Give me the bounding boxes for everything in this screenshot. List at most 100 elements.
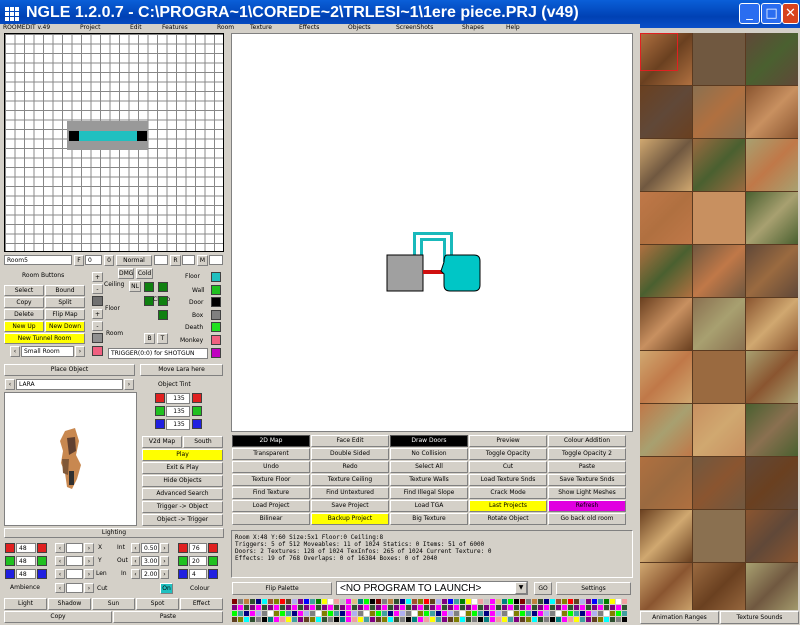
palette-swatch[interactable] xyxy=(304,599,309,604)
palette-swatch[interactable] xyxy=(616,611,621,616)
transparent-button[interactable]: Transparent xyxy=(232,448,310,460)
lighting-header[interactable]: Lighting xyxy=(4,528,224,538)
palette-swatch[interactable] xyxy=(472,599,477,604)
texture-tile[interactable] xyxy=(746,404,798,456)
menu-features[interactable]: Features xyxy=(162,24,188,31)
texture-panel[interactable] xyxy=(640,33,798,610)
palette-swatch[interactable] xyxy=(592,605,597,610)
palette-swatch[interactable] xyxy=(310,617,315,622)
m-button[interactable]: M xyxy=(197,255,208,266)
legend-trigger-swatch[interactable] xyxy=(211,348,221,358)
light-green-plus[interactable] xyxy=(37,556,47,566)
palette-swatch[interactable] xyxy=(598,617,603,622)
palette-swatch[interactable] xyxy=(502,611,507,616)
palette-swatch[interactable] xyxy=(334,617,339,622)
palette-swatch[interactable] xyxy=(424,611,429,616)
palette-swatch[interactable] xyxy=(562,611,567,616)
palette-swatch[interactable] xyxy=(328,617,333,622)
hide-objects-button[interactable]: Hide Objects xyxy=(142,475,223,487)
palette-swatch[interactable] xyxy=(526,599,531,604)
palette-swatch[interactable] xyxy=(598,599,603,604)
palette-swatch[interactable] xyxy=(568,605,573,610)
in-field[interactable]: 2.00 xyxy=(141,569,159,579)
palette-swatch[interactable] xyxy=(418,611,423,616)
palette-swatch[interactable] xyxy=(478,605,483,610)
palette-swatch[interactable] xyxy=(574,599,579,604)
palette-swatch[interactable] xyxy=(562,599,567,604)
palette-swatch[interactable] xyxy=(376,617,381,622)
rotate-object-button[interactable]: Rotate Object xyxy=(469,513,547,525)
light-blue-plus[interactable] xyxy=(37,569,47,579)
palette-swatch[interactable] xyxy=(448,605,453,610)
settings-button[interactable]: Settings xyxy=(556,582,631,595)
palette-swatch[interactable] xyxy=(562,605,567,610)
palette-swatch[interactable] xyxy=(508,617,513,622)
light-red-minus[interactable] xyxy=(5,543,15,553)
palette-swatch[interactable] xyxy=(490,617,495,622)
room-field-a[interactable] xyxy=(154,255,168,265)
palette-swatch[interactable] xyxy=(262,605,267,610)
texture-tile[interactable] xyxy=(693,298,745,350)
palette-swatch[interactable] xyxy=(484,611,489,616)
palette-swatch[interactable] xyxy=(568,617,573,622)
palette-swatch[interactable] xyxy=(316,605,321,610)
palette-swatch[interactable] xyxy=(256,605,261,610)
palette-swatch[interactable] xyxy=(412,617,417,622)
palette-swatch[interactable] xyxy=(394,611,399,616)
palette-swatch[interactable] xyxy=(556,611,561,616)
palette-swatch[interactable] xyxy=(352,599,357,604)
palette-swatch[interactable] xyxy=(286,599,291,604)
texture-tile[interactable] xyxy=(746,298,798,350)
palette-swatch[interactable] xyxy=(352,617,357,622)
palette-swatch[interactable] xyxy=(370,617,375,622)
legend-box-swatch[interactable] xyxy=(211,310,221,320)
effect-button[interactable]: Effect xyxy=(180,598,223,610)
texture-tile[interactable] xyxy=(640,245,692,297)
palette-swatch[interactable] xyxy=(346,611,351,616)
palette-swatch[interactable] xyxy=(400,617,405,622)
palette-swatch[interactable] xyxy=(364,617,369,622)
lower-floor-button[interactable]: - xyxy=(92,284,103,294)
palette-swatch[interactable] xyxy=(268,611,273,616)
palette-swatch[interactable] xyxy=(508,605,513,610)
palette-swatch[interactable] xyxy=(508,599,513,604)
tint-green-value[interactable]: 135 xyxy=(166,406,190,417)
animation-ranges-button[interactable]: Animation Ranges xyxy=(640,611,719,624)
texture-tile[interactable] xyxy=(640,86,692,138)
colour-green-minus[interactable] xyxy=(178,556,188,566)
palette-swatch[interactable] xyxy=(268,599,273,604)
texture-tile[interactable] xyxy=(693,563,745,610)
y-right-icon[interactable]: › xyxy=(84,556,94,566)
palette-swatch[interactable] xyxy=(280,611,285,616)
palette-swatch[interactable] xyxy=(514,599,519,604)
light-blue-minus[interactable] xyxy=(5,569,15,579)
palette-swatch[interactable] xyxy=(526,617,531,622)
palette-swatch[interactable] xyxy=(436,605,441,610)
palette-swatch[interactable] xyxy=(286,617,291,622)
light-button[interactable]: Light xyxy=(4,598,47,610)
palette-swatch[interactable] xyxy=(400,599,405,604)
y-field[interactable] xyxy=(66,556,83,566)
cut-button[interactable]: Cut xyxy=(469,461,547,473)
palette-swatch[interactable] xyxy=(496,599,501,604)
texture-tile[interactable] xyxy=(693,86,745,138)
palette-swatch[interactable] xyxy=(556,617,561,622)
palette-swatch[interactable] xyxy=(400,605,405,610)
object-name-field[interactable]: LARA xyxy=(16,379,123,390)
palette-swatch[interactable] xyxy=(238,605,243,610)
palette-swatch[interactable] xyxy=(520,611,525,616)
legend-wall-swatch[interactable] xyxy=(211,285,221,295)
texture-tile[interactable] xyxy=(746,192,798,244)
face-edit-button[interactable]: Face Edit xyxy=(311,435,389,447)
palette-swatch[interactable] xyxy=(454,605,459,610)
palette-swatch[interactable] xyxy=(574,605,579,610)
palette-swatch[interactable] xyxy=(556,605,561,610)
palette-swatch[interactable] xyxy=(256,617,261,622)
menu-help[interactable]: Help xyxy=(506,24,520,31)
palette-swatch[interactable] xyxy=(238,599,243,604)
r-button[interactable]: R xyxy=(170,255,181,266)
tint-blue-value[interactable]: 135 xyxy=(166,419,190,430)
texture-ceiling-button[interactable]: Texture Ceiling xyxy=(311,474,389,486)
palette-swatch[interactable] xyxy=(520,605,525,610)
split-button[interactable]: Split xyxy=(45,297,85,308)
